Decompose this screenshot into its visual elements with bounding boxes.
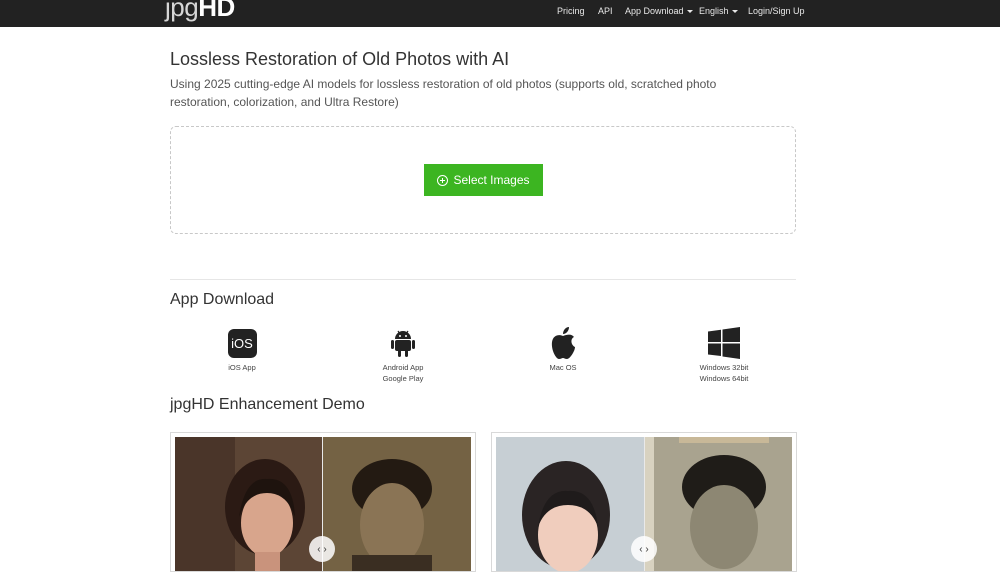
app-download-heading: App Download bbox=[170, 291, 275, 308]
nav-app-download-dropdown[interactable]: App Download bbox=[625, 5, 693, 17]
restored-photo bbox=[496, 437, 644, 571]
before-after-photo: ‹ › bbox=[175, 437, 471, 571]
chevron-down-icon bbox=[731, 10, 738, 14]
restored-photo bbox=[175, 437, 322, 571]
site-logo[interactable]: jpgHD bbox=[165, 0, 235, 22]
app-ios-label: iOS App bbox=[228, 363, 256, 372]
nav-api-link[interactable]: API bbox=[598, 5, 613, 17]
demo-card-2: ‹ › bbox=[491, 432, 797, 572]
page-subtitle: Using 2025 cutting-edge AI models for lo… bbox=[170, 77, 717, 109]
apple-icon bbox=[551, 327, 575, 359]
app-windows-label: Windows 32bit bbox=[699, 363, 749, 372]
android-icon bbox=[391, 330, 415, 357]
original-photo bbox=[644, 437, 792, 571]
app-ios[interactable]: iOS iOS App bbox=[182, 326, 302, 373]
comparison-slider-handle[interactable]: ‹ › bbox=[309, 536, 335, 562]
logo-text-bold: HD bbox=[198, 0, 235, 22]
logo-text-thin: jpg bbox=[165, 0, 199, 22]
chevron-down-icon bbox=[686, 10, 693, 14]
app-android-sublabel: Google Play bbox=[382, 374, 424, 383]
select-images-button[interactable]: Select Images bbox=[424, 164, 543, 196]
app-windows-sublabel: Windows 64bit bbox=[699, 374, 749, 383]
demo-heading: jpgHD Enhancement Demo bbox=[170, 396, 365, 413]
plus-circle-icon bbox=[437, 174, 449, 186]
windows-icon bbox=[708, 327, 740, 359]
comparison-slider-handle[interactable]: ‹ › bbox=[631, 536, 657, 562]
app-macos[interactable]: Mac OS bbox=[503, 326, 623, 373]
app-android-label: Android App bbox=[382, 363, 424, 372]
app-windows[interactable]: Windows 32bit Windows 64bit bbox=[664, 326, 784, 384]
ios-icon: iOS bbox=[227, 328, 257, 358]
select-images-label: Select Images bbox=[453, 173, 530, 187]
nav-language-label: English bbox=[699, 6, 729, 16]
nav-app-download-label: App Download bbox=[625, 6, 684, 16]
app-android[interactable]: Android App Google Play bbox=[343, 326, 463, 384]
nav-pricing-link[interactable]: Pricing bbox=[557, 5, 585, 17]
page-title: Lossless Restoration of Old Photos with … bbox=[170, 49, 510, 69]
nav-language-dropdown[interactable]: English bbox=[699, 5, 738, 17]
before-after-photo: ‹ › bbox=[496, 437, 792, 571]
section-divider bbox=[170, 279, 796, 280]
top-navbar: jpgHD Pricing API App Download English L… bbox=[0, 0, 1000, 27]
app-macos-label: Mac OS bbox=[549, 363, 577, 372]
demo-card-1: ‹ › bbox=[170, 432, 476, 572]
nav-login-link[interactable]: Login/Sign Up bbox=[748, 5, 805, 17]
original-photo bbox=[322, 437, 471, 571]
